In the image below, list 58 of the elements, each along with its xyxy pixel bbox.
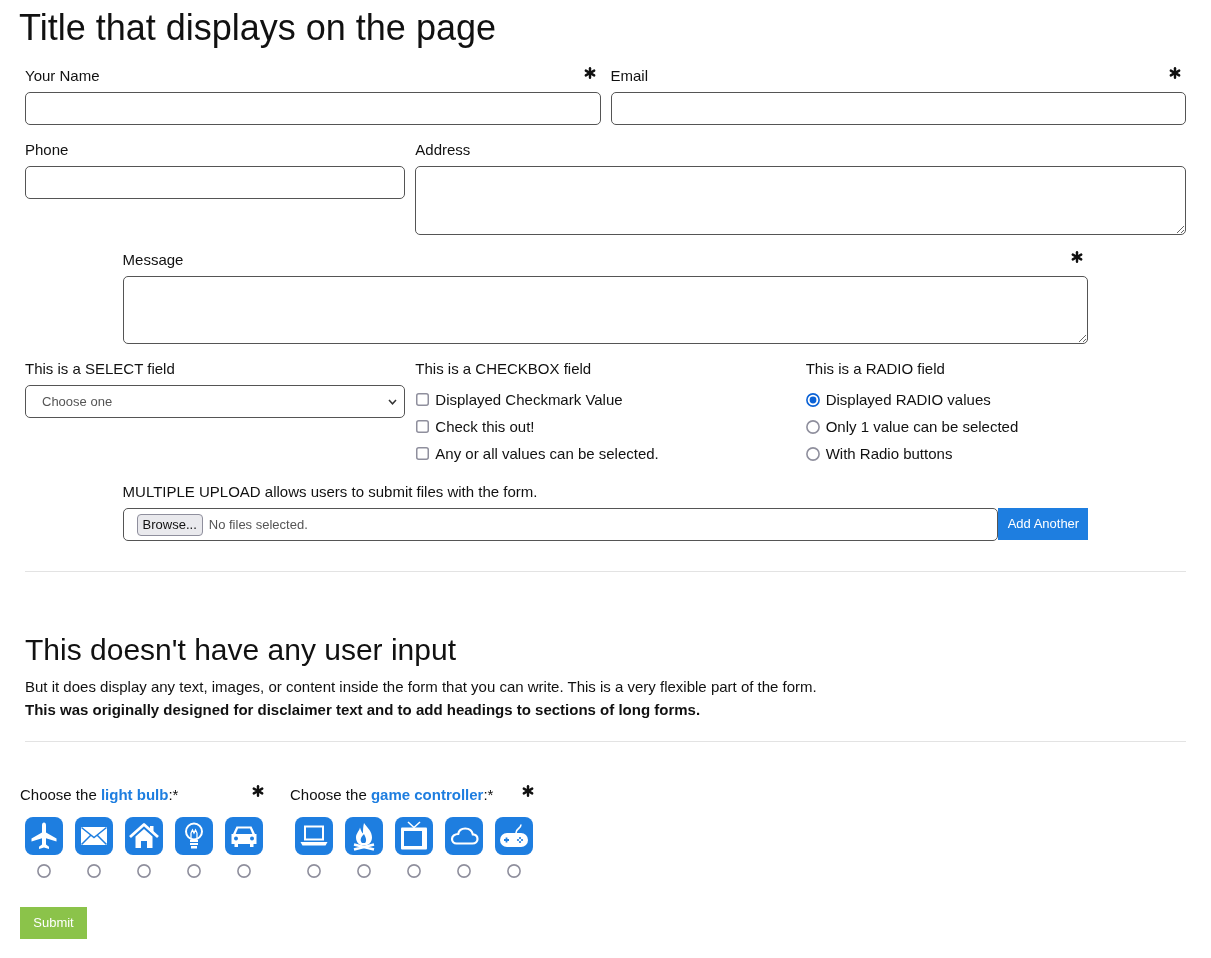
text-area[interactable] [122,276,1089,344]
checkbox[interactable] [416,393,430,406]
select-field[interactable]: Choose one [25,385,406,418]
field-label: This is a SELECT field [25,359,175,379]
television-icon[interactable] [395,817,433,855]
chevron-down-icon [388,398,398,405]
radio-button[interactable] [507,864,521,878]
field-label: MULTIPLE UPLOAD allows users to submit files with the form. [122,482,538,502]
airplane-icon[interactable] [25,817,63,855]
file-upload-field[interactable]: Browse... No files selected. [122,508,999,541]
checkbox[interactable] [416,420,430,433]
radio-button[interactable] [237,864,251,878]
radio-button[interactable] [457,864,471,878]
campfire-icon[interactable] [345,817,383,855]
disclaimer-text: This was originally designed for disclaimer text and to add headings to sections of long forms. [25,700,702,720]
radio-button[interactable] [87,864,101,878]
text-area[interactable] [415,166,1186,235]
radio-button[interactable] [187,864,201,878]
page-title: Title that displays on the page [19,6,497,50]
radio-button[interactable] [37,864,51,878]
field-label: This is a CHECKBOX field [415,359,592,379]
field-label: Message [122,250,184,270]
text-field[interactable] [25,166,406,199]
field-label: Address [415,140,471,160]
radio-button[interactable] [805,446,820,461]
field-label: Email [610,66,648,86]
field-label: Your Name [25,66,100,86]
light-bulb-icon[interactable] [175,817,213,855]
radio-button[interactable] [307,864,321,878]
radio-button[interactable] [805,392,820,407]
checkbox[interactable] [416,447,430,460]
house-icon[interactable] [125,817,163,855]
option-label: Check this out! [435,416,535,437]
text-field[interactable] [610,92,1186,125]
section-heading: This doesn't have any user input [25,632,457,668]
cloud-icon[interactable] [445,817,483,855]
field-label: Phone [25,140,69,160]
file-status-text: No files selected. [208,515,308,534]
radio-button[interactable] [357,864,371,878]
car-icon[interactable] [225,817,263,855]
browse-button[interactable]: Browse... [136,513,203,536]
option-label: With Radio buttons [825,443,953,464]
field-label: This is a RADIO field [805,359,945,379]
radio-button[interactable] [407,864,421,878]
choice-prompt: Choose the game controller:* [290,785,494,805]
option-label: Any or all values can be selected. [435,443,659,464]
choice-prompt: Choose the light bulb:* [20,785,179,805]
option-label: Displayed RADIO values [825,389,991,410]
text-field[interactable] [25,92,601,125]
envelope-icon[interactable] [75,817,113,855]
laptop-icon[interactable] [295,817,333,855]
option-label: Only 1 value can be selected [825,416,1019,437]
game-controller-icon[interactable] [495,817,533,855]
add-another-button[interactable]: Add Another [998,508,1089,540]
info-text: But it does display any text, images, or content inside the form that you can write. This is a very flexible part of the form. [25,677,818,697]
radio-button[interactable] [805,419,820,434]
option-label: Displayed Checkmark Value [435,389,623,410]
radio-button[interactable] [137,864,151,878]
